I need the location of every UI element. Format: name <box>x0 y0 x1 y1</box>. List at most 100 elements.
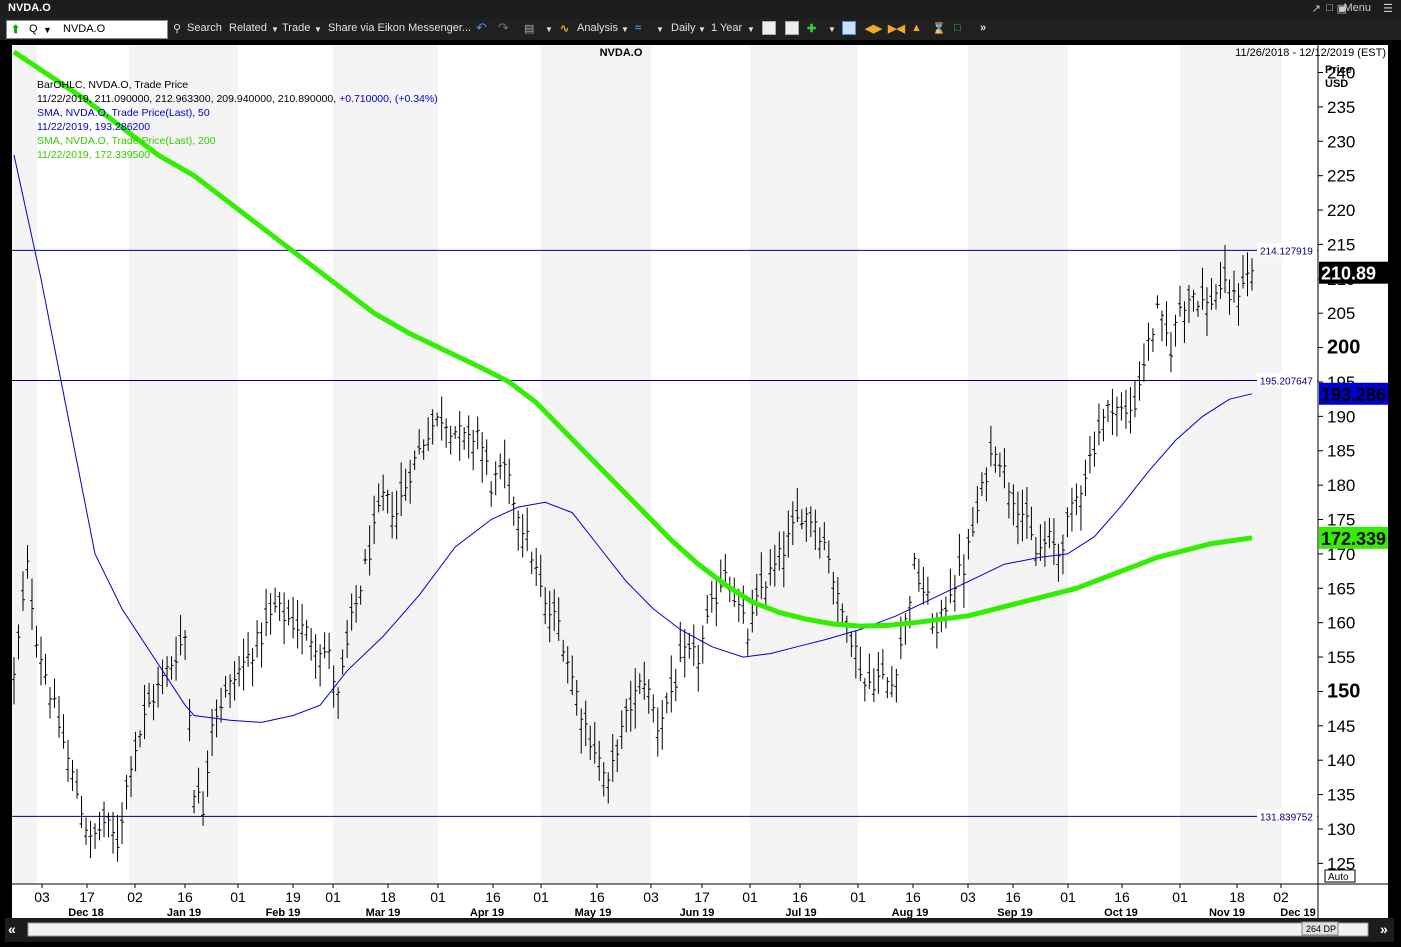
x-tick-label: 18 <box>380 889 396 905</box>
x-tick-label: 19 <box>285 889 301 905</box>
chevron-down-icon[interactable]: ▼ <box>545 25 553 34</box>
search-button[interactable]: Search <box>187 22 222 34</box>
share-button[interactable]: Share via Eikon Messenger... <box>328 22 471 34</box>
chevron-down-icon[interactable]: ▼ <box>747 25 755 34</box>
y-tick-label: 175 <box>1327 511 1355 530</box>
x-tick-label: 01 <box>1060 889 1076 905</box>
x-tick-label: 18 <box>1229 889 1245 905</box>
x-tick-label: 16 <box>905 889 921 905</box>
legend-entry: 11/22/2019, 172.339500 <box>37 149 150 161</box>
zoom-vertical-icon[interactable]: ▲ <box>911 22 922 34</box>
scroll-track[interactable] <box>27 922 1369 937</box>
legend-entry: 11/22/2019, 211.090000, 212.963300, 209.… <box>37 93 438 105</box>
x-tick-label: 17 <box>694 889 710 905</box>
undo-icon[interactable]: ↶ <box>476 20 487 36</box>
last-value-label: 193.286 <box>1321 385 1386 405</box>
x-month-label: Dec 18 <box>68 907 103 919</box>
y-tick-label: 140 <box>1327 751 1355 770</box>
scroll-right-icon[interactable]: ▶◀ <box>888 22 905 35</box>
y-tick-label: 225 <box>1327 167 1355 186</box>
x-tick-label: 16 <box>1114 889 1130 905</box>
legend-entry: 11/22/2019, 193.286200 <box>37 121 150 133</box>
compare-chart-icon[interactable] <box>785 21 799 35</box>
y-tick-label: 215 <box>1327 235 1355 254</box>
menu-button[interactable]: Menu <box>1343 2 1371 14</box>
more-tools-icon[interactable]: » <box>980 22 986 34</box>
window-title: NVDA.O <box>8 2 51 14</box>
month-band <box>968 45 1068 884</box>
x-month-label: Mar 19 <box>366 907 401 919</box>
y-tick-label: 135 <box>1327 786 1355 805</box>
layout-icon[interactable] <box>842 21 856 35</box>
x-month-label: Jun 19 <box>680 907 715 919</box>
y-tick-label: 130 <box>1327 820 1355 839</box>
y-tick-label: 180 <box>1327 476 1355 495</box>
x-tick-label: 01 <box>533 889 549 905</box>
x-tick-label: 16 <box>589 889 605 905</box>
x-tick-label: 01 <box>850 889 866 905</box>
chevron-down-icon[interactable]: ▼ <box>621 25 629 34</box>
y-tick-label: 205 <box>1327 304 1355 323</box>
x-month-label: Sep 19 <box>997 907 1032 919</box>
symbol-value[interactable]: NVDA.O <box>63 23 105 35</box>
x-month-label: Oct 19 <box>1104 907 1138 919</box>
y-tick-label: 200 <box>1327 337 1360 359</box>
chart-frame: NVDA.O 11/26/2018 - 12/12/2019 (EST) Pri… <box>0 40 1401 947</box>
expand-icon[interactable]: ↗ <box>1312 2 1321 15</box>
chevron-down-icon[interactable]: ▼ <box>43 25 52 35</box>
x-month-label: Jul 19 <box>785 907 816 919</box>
chevron-down-icon[interactable]: ▼ <box>828 25 836 34</box>
search-icon[interactable]: ⚲ <box>173 22 181 35</box>
x-tick-label: 16 <box>485 889 501 905</box>
month-band <box>1180 45 1282 884</box>
scroll-left-icon[interactable]: ◀▶ <box>865 22 882 35</box>
y-tick-label: 150 <box>1327 680 1360 702</box>
auto-scale-label[interactable]: Auto <box>1328 872 1349 883</box>
chevron-down-icon[interactable]: ▼ <box>656 25 664 34</box>
select-tool-icon[interactable]: □ <box>954 22 961 34</box>
related-button[interactable]: Related <box>229 22 267 34</box>
dp-label: 264 DP <box>1306 924 1336 934</box>
month-band <box>12 45 37 884</box>
y-tick-label: 230 <box>1327 132 1355 151</box>
scroll-end-icon[interactable]: » <box>1380 921 1388 937</box>
chevron-down-icon[interactable]: ▼ <box>271 25 279 34</box>
redo-icon[interactable]: ↷ <box>498 20 509 36</box>
symbol-input[interactable]: ⬆ Q ▼ NVDA.O <box>6 20 168 39</box>
x-tick-label: 01 <box>742 889 758 905</box>
trade-button[interactable]: Trade <box>282 22 310 34</box>
scroll-start-icon[interactable]: « <box>8 921 16 937</box>
analysis-icon[interactable]: ∿ <box>560 22 569 35</box>
up-arrow-icon: ⬆ <box>11 24 21 36</box>
legend-entry: SMA, NVDA.O, Trade Price(Last), 200 <box>37 135 216 147</box>
crosshair-icon[interactable]: ✚ <box>807 22 816 35</box>
analysis-button[interactable]: Analysis <box>577 22 618 34</box>
folder-icon[interactable]: ▤ <box>524 22 534 35</box>
x-month-label: Apr 19 <box>470 907 504 919</box>
pin-icon[interactable]: □ <box>1326 2 1333 14</box>
x-month-label: Dec 19 <box>1280 907 1315 919</box>
interval-select[interactable]: Daily <box>671 22 695 34</box>
x-tick-label: 02 <box>1273 889 1289 905</box>
window-menu-icon[interactable]: ☰ <box>1383 2 1393 15</box>
quote-label: Q <box>29 23 38 35</box>
price-chart[interactable]: NVDA.O 11/26/2018 - 12/12/2019 (EST) Pri… <box>0 40 1401 947</box>
x-tick-label: 16 <box>177 889 193 905</box>
range-select[interactable]: 1 Year <box>711 22 742 34</box>
zoom-fit-icon[interactable]: ⌛ <box>932 22 946 35</box>
chevron-down-icon[interactable]: ▼ <box>698 25 706 34</box>
last-value-tag: 210.89 <box>1319 261 1388 284</box>
line-chart-icon[interactable] <box>762 21 776 35</box>
y-tick-label: 185 <box>1327 442 1355 461</box>
chart-style-icon[interactable]: ≈ <box>635 22 641 34</box>
chevron-down-icon[interactable]: ▼ <box>314 25 322 34</box>
x-month-label: Feb 19 <box>266 907 301 919</box>
reference-line-label: 214.127919 <box>1260 246 1313 257</box>
x-tick-label: 01 <box>325 889 341 905</box>
y-tick-label: 165 <box>1327 579 1355 598</box>
y-tick-label: 155 <box>1327 648 1355 667</box>
y-tick-label: 235 <box>1327 98 1355 117</box>
reference-line-label: 195.207647 <box>1260 377 1313 388</box>
last-value-label: 172.339 <box>1321 529 1386 549</box>
x-tick-label: 03 <box>960 889 976 905</box>
